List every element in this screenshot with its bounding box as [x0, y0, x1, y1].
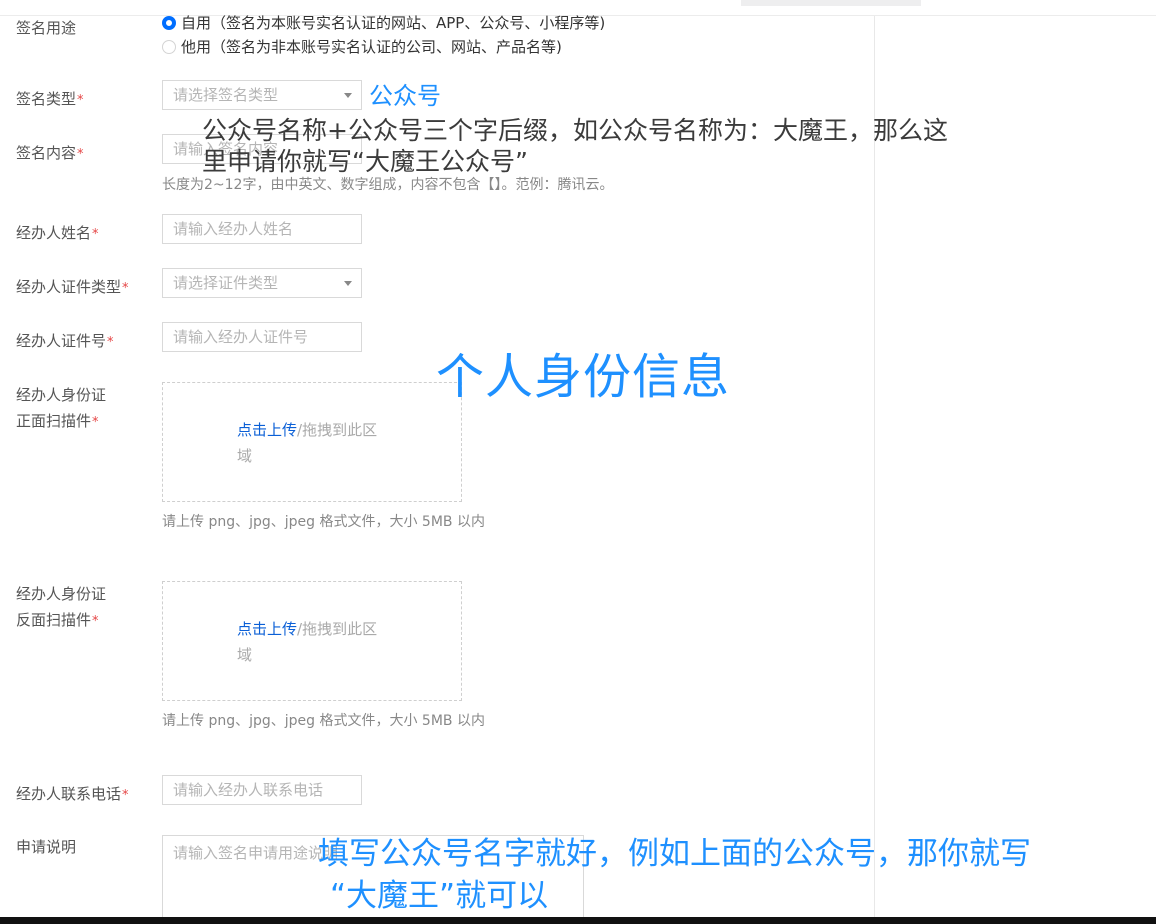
usage-option-self[interactable]: 自用（签名为本账号实名认证的网站、APP、公众号、小程序等) — [162, 12, 605, 34]
annotation-gzh: 公众号 — [369, 82, 441, 110]
id-front-upload-link[interactable]: 点击上传 — [237, 421, 297, 439]
usage-option-other-text: 他用（签名为非本账号实名认证的公司、网站、产品名等) — [181, 38, 562, 56]
sms-signature-form-page: 签名用途 自用（签名为本账号实名认证的网站、APP、公众号、小程序等) 他用（签… — [0, 0, 1156, 924]
agent-id-number-placeholder: 请输入经办人证件号 — [173, 328, 309, 346]
sign-content-label-text: 签名内容 — [16, 144, 77, 162]
annotation-id-info: 个人身份信息 — [436, 349, 731, 405]
id-front-label: 经办人身份证 正面扫描件* — [16, 382, 106, 436]
agent-phone-label: 经办人联系电话* — [16, 781, 129, 809]
agent-id-number-input[interactable]: 请输入经办人证件号 — [162, 322, 362, 352]
agent-id-number-label: 经办人证件号* — [16, 328, 114, 356]
bottom-bar — [0, 917, 1156, 924]
required-mark: * — [122, 788, 129, 803]
sign-type-label-text: 签名类型 — [16, 90, 77, 108]
id-back-label-line2: 反面扫描件 — [16, 611, 92, 629]
id-front-hint: 请上传 png、jpg、jpeg 格式文件，大小 5MB 以内 — [162, 514, 485, 530]
id-back-label-line1: 经办人身份证 — [16, 585, 107, 603]
sign-type-select[interactable]: 请选择签名类型 — [162, 80, 362, 110]
agent-id-type-select[interactable]: 请选择证件类型 — [162, 268, 362, 298]
agent-name-label: 经办人姓名* — [16, 220, 99, 248]
required-mark: * — [77, 93, 84, 108]
id-back-upload-area[interactable]: 点击上传/拖拽到此区域 — [162, 581, 462, 701]
usage-option-other[interactable]: 他用（签名为非本账号实名认证的公司、网站、产品名等) — [162, 36, 562, 58]
usage-label: 签名用途 — [16, 15, 76, 41]
annotation-gzh-explain-line1: 公众号名称+公众号三个字后缀，如公众号名称为：大魔王，那么这 — [202, 116, 948, 145]
id-back-hint: 请上传 png、jpg、jpeg 格式文件，大小 5MB 以内 — [162, 713, 485, 729]
usage-option-self-text: 自用（签名为本账号实名认证的网站、APP、公众号、小程序等) — [181, 14, 606, 32]
agent-id-type-label: 经办人证件类型* — [16, 274, 129, 302]
agent-name-input[interactable]: 请输入经办人姓名 — [162, 214, 362, 244]
annotation-gzh-explain-line2: 里申请你就写“大魔王公众号” — [202, 147, 528, 176]
agent-id-type-placeholder: 请选择证件类型 — [173, 274, 279, 292]
apply-note-label-text: 申请说明 — [16, 838, 77, 856]
required-mark: * — [107, 335, 114, 350]
usage-label-text: 签名用途 — [16, 19, 77, 37]
id-back-upload-text: 点击上传/拖拽到此区域 — [237, 616, 387, 668]
top-tab-indicator — [741, 0, 921, 6]
sign-content-hint: 长度为2~12字，由中英文、数字组成，内容不包含【】。范例：腾讯云。 — [162, 177, 614, 193]
required-mark: * — [122, 281, 129, 296]
id-back-upload-link[interactable]: 点击上传 — [237, 620, 297, 638]
annotation-apply-note-line2: “大魔王”就可以 — [330, 878, 549, 914]
agent-id-number-label-text: 经办人证件号 — [16, 332, 107, 350]
apply-note-placeholder: 请输入签名申请用途说明 — [173, 844, 339, 862]
annotation-apply-note-line1: 填写公众号名字就好，例如上面的公众号，那你就写 — [318, 836, 1031, 872]
chevron-down-icon — [344, 281, 352, 286]
sign-type-label: 签名类型* — [16, 86, 84, 114]
id-back-label: 经办人身份证 反面扫描件* — [16, 581, 106, 635]
radio-unchecked-icon[interactable] — [162, 40, 176, 54]
required-mark: * — [92, 614, 99, 629]
sign-type-placeholder: 请选择签名类型 — [173, 86, 279, 104]
required-mark: * — [92, 415, 99, 430]
agent-id-type-label-text: 经办人证件类型 — [16, 278, 122, 296]
id-front-upload-text: 点击上传/拖拽到此区域 — [237, 417, 387, 469]
required-mark: * — [77, 147, 84, 162]
radio-checked-icon[interactable] — [162, 16, 176, 30]
required-mark: * — [92, 227, 99, 242]
agent-phone-input[interactable]: 请输入经办人联系电话 — [162, 775, 362, 805]
apply-note-label: 申请说明 — [16, 834, 76, 860]
id-front-label-line1: 经办人身份证 — [16, 386, 107, 404]
annotation-apply-note: 填写公众号名字就好，例如上面的公众号，那你就写 “大魔王”就可以 — [318, 833, 1031, 917]
agent-phone-placeholder: 请输入经办人联系电话 — [173, 781, 324, 799]
id-front-label-line2: 正面扫描件 — [16, 412, 92, 430]
annotation-gzh-explain: 公众号名称+公众号三个字后缀，如公众号名称为：大魔王，那么这 里申请你就写“大魔… — [202, 115, 948, 177]
agent-name-label-text: 经办人姓名 — [16, 224, 92, 242]
sign-content-label: 签名内容* — [16, 140, 84, 168]
id-front-upload-area[interactable]: 点击上传/拖拽到此区域 — [162, 382, 462, 502]
agent-phone-label-text: 经办人联系电话 — [16, 785, 122, 803]
chevron-down-icon — [344, 93, 352, 98]
agent-name-placeholder: 请输入经办人姓名 — [173, 220, 294, 238]
